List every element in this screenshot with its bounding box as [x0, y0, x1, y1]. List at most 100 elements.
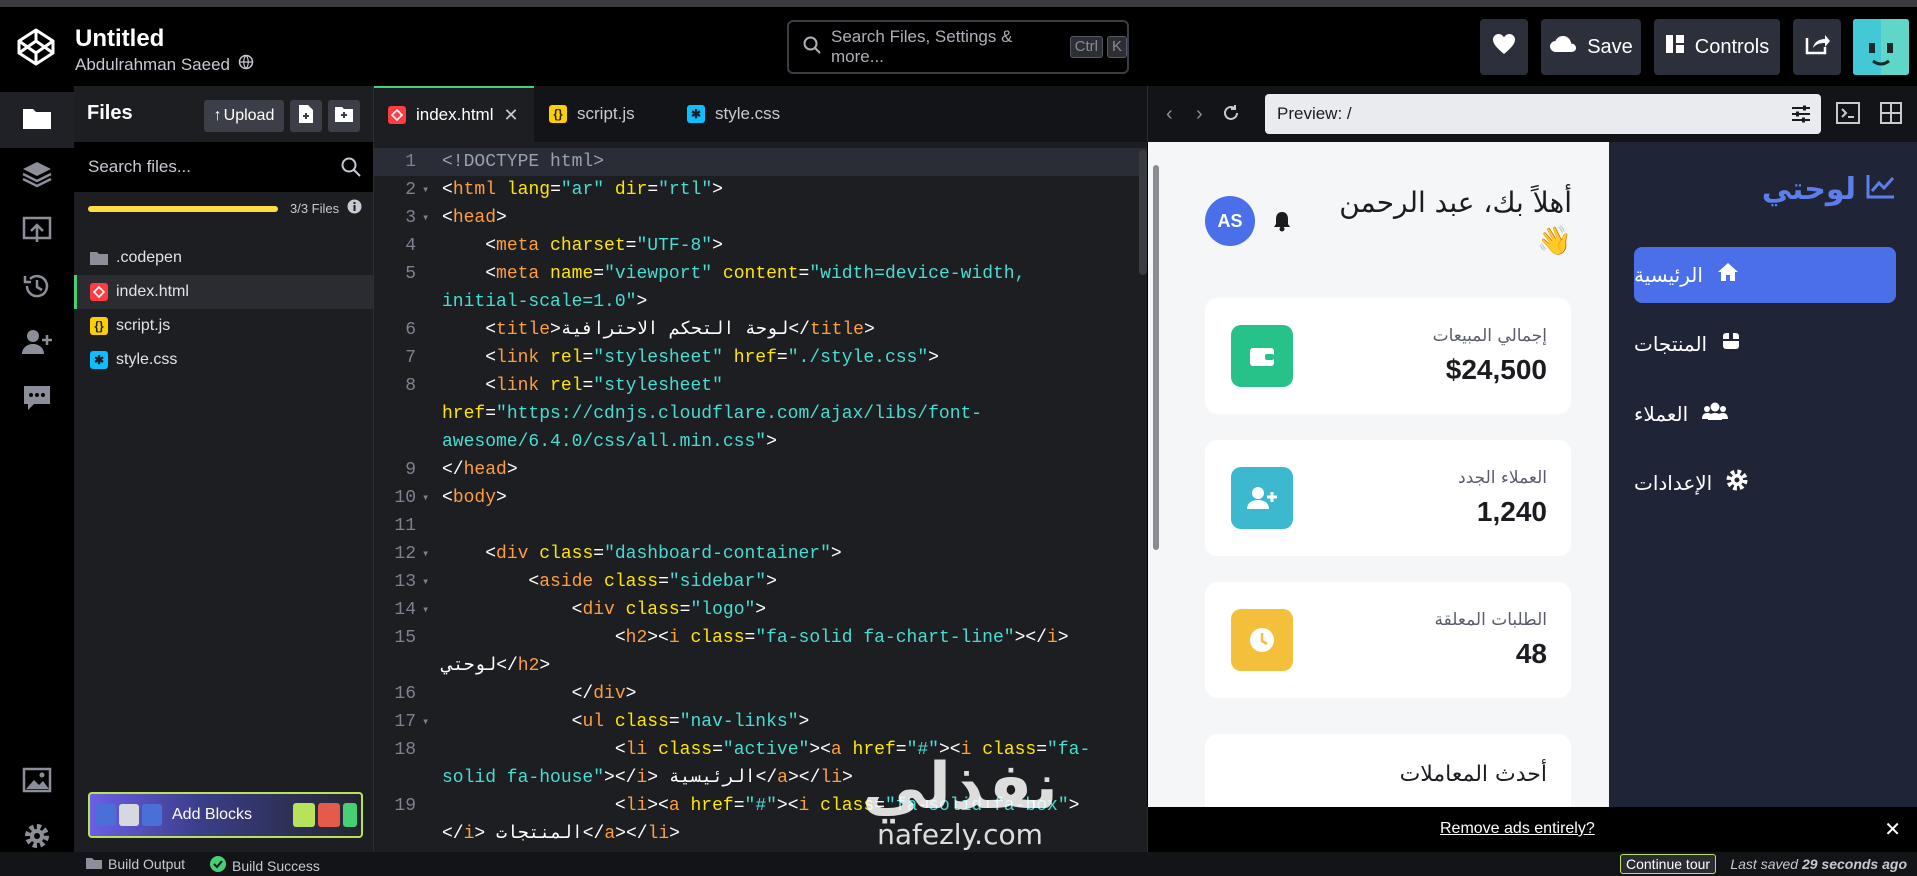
watermark: نفذلي nafezly.com: [860, 755, 1060, 851]
author-name[interactable]: Abdulrahman Saeed: [75, 55, 230, 75]
file-item-index-html[interactable]: index.html: [74, 275, 373, 309]
author-line: Abdulrahman Saeed: [75, 54, 254, 75]
files-heading: Files: [87, 102, 133, 124]
code-line: 15 <h2><i class="fa-solid fa-chart-line"…: [394, 628, 1069, 648]
blocks-icons-right: [293, 803, 357, 827]
preview-avatar[interactable]: AS: [1205, 196, 1255, 246]
add-blocks-button[interactable]: Add Blocks: [88, 792, 363, 838]
arrow-up-icon: ↑: [213, 107, 222, 124]
stat-value: 1,240: [1476, 496, 1547, 527]
blocks-icons: [96, 804, 162, 826]
layout-icon[interactable]: [1880, 102, 1902, 129]
code-line: 1 <!DOCTYPE html>: [374, 148, 1147, 176]
files-search-input[interactable]: Search files...: [74, 142, 373, 192]
code-line: 11: [394, 516, 416, 536]
file-item-codepen[interactable]: .codepen: [74, 241, 373, 275]
close-icon[interactable]: ✕: [503, 105, 518, 126]
code-editor[interactable]: 1 <!DOCTYPE html> 2 ▾ <html lang="ar" dir="…: [374, 142, 1147, 852]
preview-nav-customers[interactable]: العملاء: [1634, 386, 1894, 442]
user-avatar[interactable]: [1853, 19, 1909, 75]
build-output-label: Build Output: [108, 856, 186, 872]
like-button[interactable]: [1480, 19, 1528, 75]
controls-label: Controls: [1694, 35, 1770, 58]
project-title[interactable]: Untitled: [75, 25, 164, 53]
heart-icon: [1492, 33, 1516, 61]
code-line: 7 <link rel="stylesheet" href="./style.c…: [405, 348, 939, 368]
kbd-k: K: [1106, 36, 1127, 58]
line-number: 1: [405, 152, 416, 172]
tab-script-js[interactable]: {} script.js: [549, 86, 669, 142]
global-search[interactable]: Search Files, Settings & more... Ctrl K: [787, 20, 1129, 74]
stat-card-sales: إجمالي المبيعات $24,500: [1205, 298, 1571, 414]
back-icon[interactable]: ‹: [1166, 103, 1173, 126]
share-button[interactable]: [1793, 19, 1841, 75]
bell-icon[interactable]: [1272, 210, 1292, 237]
save-button[interactable]: Save: [1541, 19, 1641, 75]
preview-nav-settings[interactable]: الإعدادات: [1634, 455, 1894, 511]
code-line: 4 <meta charset="UTF-8">: [405, 236, 723, 256]
codepen-logo-icon[interactable]: [16, 27, 56, 67]
editor-scrollbar[interactable]: [1139, 150, 1147, 275]
rail-layers-button[interactable]: [0, 148, 74, 204]
css-file-icon: ✱: [687, 105, 705, 123]
brand-title: لوحتي: [1761, 172, 1856, 207]
file-name: .codepen: [116, 249, 182, 266]
add-user-icon: [22, 329, 52, 360]
preview-nav-home[interactable]: الرئيسية: [1634, 247, 1896, 303]
grid-icon: [1665, 34, 1685, 60]
rail-deploy-button[interactable]: [0, 204, 74, 260]
clock-icon: [1231, 609, 1293, 671]
close-icon[interactable]: ✕: [1884, 817, 1901, 842]
preview-brand: لوحتي: [1700, 172, 1896, 207]
rail-history-button[interactable]: [0, 260, 74, 316]
header: Untitled Abdulrahman Saeed Search Files,…: [0, 7, 1917, 86]
build-output-button[interactable]: Build Output: [86, 856, 185, 872]
nav-label: الرئيسية: [1634, 263, 1703, 287]
preview-url-bar[interactable]: Preview: /: [1265, 94, 1821, 134]
console-icon[interactable]: [1836, 102, 1860, 129]
new-file-button[interactable]: [290, 100, 322, 132]
folder-icon: [22, 106, 52, 135]
comments-icon: [22, 384, 52, 417]
tab-style-css[interactable]: ✱ style.css: [687, 86, 807, 142]
storage-progress-bar: [88, 206, 278, 212]
build-success-status: Build Success: [210, 856, 320, 875]
share-icon: [1804, 33, 1830, 61]
users-icon: [1702, 401, 1729, 427]
editor-tabs: index.html ✕ {} script.js ✱ style.css: [374, 86, 1147, 142]
rail-files-button[interactable]: [0, 92, 74, 148]
forward-icon[interactable]: ›: [1196, 103, 1203, 126]
preview-nav-products[interactable]: المنتجات: [1634, 316, 1894, 372]
controls-button[interactable]: Controls: [1654, 19, 1780, 75]
upload-button[interactable]: ↑ Upload: [204, 100, 284, 132]
continue-tour-button[interactable]: Continue tour: [1620, 854, 1717, 874]
refresh-icon[interactable]: [1222, 104, 1240, 127]
box-icon: [1721, 331, 1741, 357]
tab-label: style.css: [715, 104, 781, 123]
top-strip: [0, 0, 1917, 7]
code-text: <!DOCTYPE html>: [442, 152, 605, 172]
rail-invite-button[interactable]: [0, 316, 74, 372]
image-icon: [22, 767, 52, 798]
rail-comments-button[interactable]: [0, 372, 74, 428]
sliders-icon[interactable]: [1791, 104, 1811, 129]
remove-ads-link[interactable]: Remove ads entirely?: [1440, 820, 1595, 838]
info-icon[interactable]: [347, 199, 362, 217]
new-file-icon: [297, 104, 315, 129]
file-item-style-css[interactable]: ✱ style.css: [74, 343, 373, 377]
wallet-icon: [1231, 325, 1293, 387]
preview-url: Preview: /: [1277, 104, 1352, 123]
preview-scrollbar[interactable]: [1153, 165, 1159, 550]
html-file-icon: [388, 106, 406, 124]
file-name: index.html: [116, 283, 189, 300]
new-folder-button[interactable]: [328, 100, 360, 132]
code-line: 5 <meta name="viewport" content="width=d…: [405, 264, 1026, 284]
globe-icon: [238, 54, 254, 75]
gear-icon: [23, 822, 51, 855]
stat-value: 48: [1515, 638, 1547, 669]
tab-index-html[interactable]: index.html ✕: [374, 86, 534, 142]
last-saved-prefix: Last saved: [1730, 856, 1799, 872]
js-file-icon: {}: [549, 105, 567, 123]
rail-assets-button[interactable]: [0, 754, 74, 810]
file-item-script-js[interactable]: {} script.js: [74, 309, 373, 343]
